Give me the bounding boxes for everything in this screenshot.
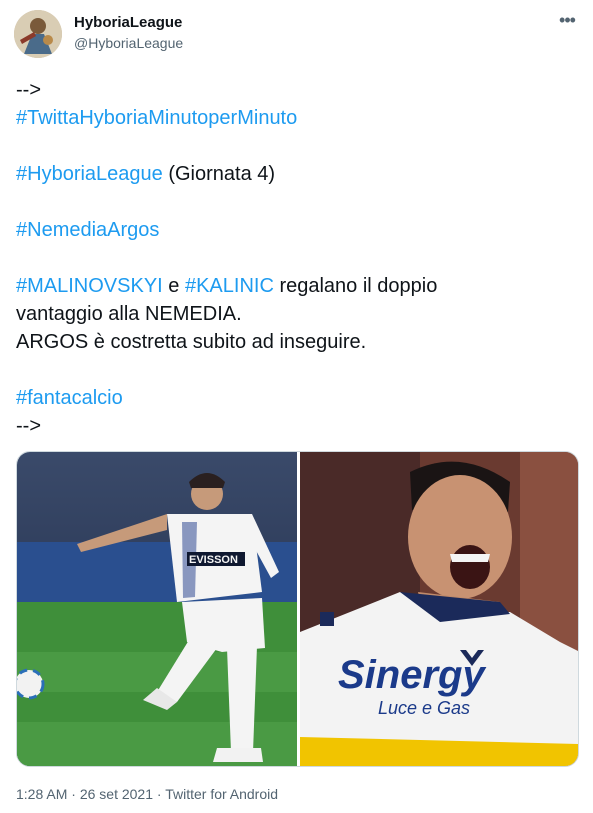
arrow-line: --> <box>16 79 41 101</box>
meta-separator: · <box>67 786 80 802</box>
jersey-sponsor-subtext: Luce e Gas <box>378 698 470 718</box>
jersey-sponsor-text: EVISSON <box>189 554 238 566</box>
text-segment: regalano il doppio <box>273 275 438 297</box>
tweet-metadata: 1:28 AM · 26 set 2021 · Twitter for Andr… <box>16 786 278 802</box>
text-line: ARGOS è costretta subito ad inseguire. <box>16 331 367 353</box>
media-grid: EVISSON Sinergy Luce e Gas <box>16 451 579 767</box>
hashtag-link[interactable]: #fantacalcio <box>16 387 123 409</box>
hashtag-link[interactable]: #NemediaArgos <box>16 219 159 241</box>
tweet-date[interactable]: 26 set 2021 <box>80 786 153 802</box>
text-line: vantaggio alla NEMEDIA. <box>16 303 242 325</box>
hashtag-link[interactable]: #MALINOVSKYI <box>16 275 163 297</box>
hashtag-link[interactable]: #HyboriaLeague <box>16 163 163 185</box>
avatar-image <box>14 10 62 58</box>
tweet-time[interactable]: 1:28 AM <box>16 786 67 802</box>
tweet-source[interactable]: Twitter for Android <box>165 786 278 802</box>
arrow-line: --> <box>16 415 41 437</box>
player-left-photo[interactable]: EVISSON <box>17 452 297 766</box>
tweet-header: HyboriaLeague @HyboriaLeague ••• <box>14 10 579 60</box>
hashtag-link[interactable]: #KALINIC <box>185 275 274 297</box>
text-segment: (Giornata 4) <box>162 163 276 185</box>
user-handle[interactable]: @HyboriaLeague <box>74 35 183 51</box>
player-left-image: EVISSON <box>17 452 297 766</box>
player-right-photo[interactable]: Sinergy Luce e Gas <box>300 452 578 766</box>
text-segment: e <box>162 275 185 297</box>
player-right-image: Sinergy Luce e Gas <box>300 452 578 766</box>
tweet-text: --> #TwittaHyboriaMinutoperMinuto #Hybor… <box>16 76 576 440</box>
jersey-sponsor-text: Sinergy <box>338 653 486 697</box>
hashtag-link[interactable]: #TwittaHyboriaMinutoperMinuto <box>16 107 297 129</box>
avatar[interactable] <box>14 10 62 58</box>
more-options-icon[interactable]: ••• <box>555 10 579 34</box>
display-name[interactable]: HyboriaLeague <box>74 14 182 31</box>
meta-separator: · <box>153 786 166 802</box>
